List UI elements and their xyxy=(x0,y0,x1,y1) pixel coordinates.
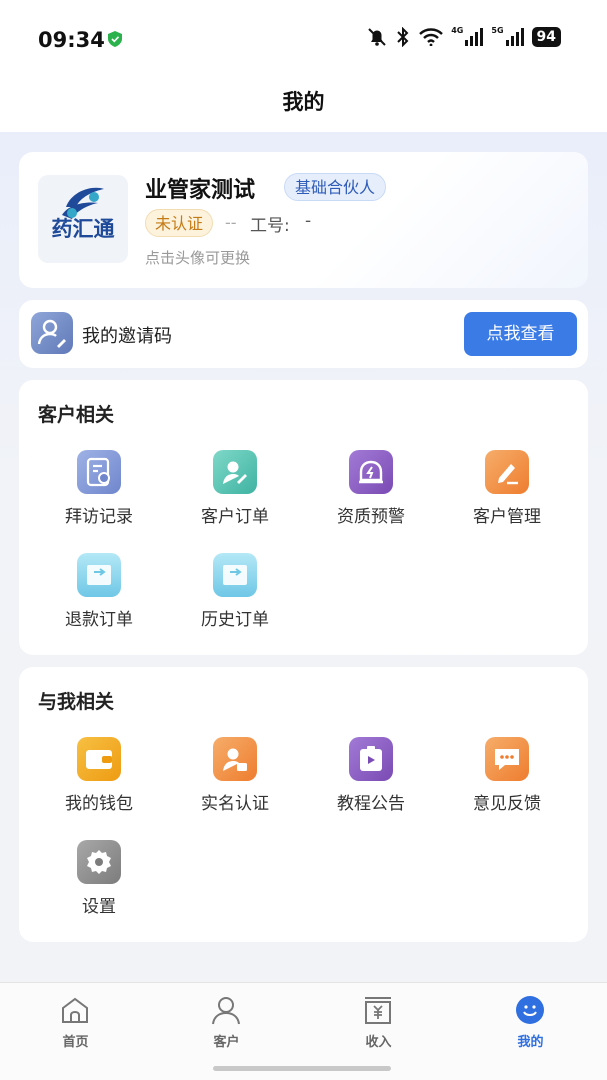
nav-item-me[interactable]: 我的 xyxy=(455,983,606,1063)
grid-item-wallet[interactable]: 我的钱包 xyxy=(34,737,164,829)
role-badge: 基础合伙人 xyxy=(284,173,387,201)
qualification-alert-icon xyxy=(349,450,393,494)
wallet-icon xyxy=(77,737,121,781)
me-section: 与我相关 我的钱包 实名认证 教程公告 意见反馈 设置 xyxy=(19,667,588,942)
certification-badge[interactable]: 未认证 xyxy=(145,209,214,237)
real-name-icon xyxy=(213,737,257,781)
customer-manage-icon xyxy=(485,450,529,494)
nav-label: 我的 xyxy=(517,1035,544,1050)
grid-item-customer-order[interactable]: 客户订单 xyxy=(170,450,300,542)
me-icon xyxy=(516,996,544,1024)
section-title: 与我相关 xyxy=(38,691,115,713)
income-icon xyxy=(365,997,391,1024)
net-5g-label: 5G xyxy=(491,25,504,35)
grid-item-tutorial[interactable]: 教程公告 xyxy=(306,737,436,829)
refund-order-icon xyxy=(77,553,121,597)
grid-label: 客户管理 xyxy=(473,507,541,527)
grid-item-history-order[interactable]: 历史订单 xyxy=(170,553,300,645)
grid-item-visit-record[interactable]: 拜访记录 xyxy=(34,450,164,542)
nav-label: 首页 xyxy=(62,1035,89,1050)
grid-label: 实名认证 xyxy=(201,794,269,814)
grid-label: 资质预警 xyxy=(337,507,405,527)
bluetooth-icon xyxy=(397,27,409,47)
home-indicator[interactable] xyxy=(213,1066,391,1071)
profile-name: 业管家测试 xyxy=(145,178,256,203)
profile-card: 药汇通 业管家测试 基础合伙人 未认证 -- 工号: - 点击头像可更换 xyxy=(19,152,588,288)
status-bar: 09:34 4G 5G 94 xyxy=(0,0,607,78)
customer-icon xyxy=(212,997,240,1025)
history-order-icon xyxy=(213,553,257,597)
header: 我的 xyxy=(0,78,607,132)
view-invite-code-button[interactable]: 点我查看 xyxy=(464,312,577,356)
grid-item-feedback[interactable]: 意见反馈 xyxy=(442,737,572,829)
battery-icon: 94 xyxy=(531,27,561,47)
invite-card: 我的邀请码 点我查看 xyxy=(19,300,588,368)
settings-icon xyxy=(77,840,121,884)
avatar-logo-text: 药汇通 xyxy=(51,217,115,241)
avatar-change-hint: 点击头像可更换 xyxy=(145,249,251,267)
feedback-icon xyxy=(485,737,529,781)
wifi-icon xyxy=(419,28,444,46)
grid-item-qualification-alert[interactable]: 资质预警 xyxy=(306,450,436,542)
job-number-label: 工号: xyxy=(250,216,290,236)
nav-item-customer[interactable]: 客户 xyxy=(151,983,302,1063)
grid-item-refund-order[interactable]: 退款订单 xyxy=(34,553,164,645)
section-title: 客户相关 xyxy=(38,404,115,426)
grid-item-settings[interactable]: 设置 xyxy=(34,840,164,932)
signal-icon xyxy=(505,28,524,46)
customer-section: 客户相关 拜访记录 客户订单 资质预警 客户管理 退款订单 历史订单 xyxy=(19,380,588,655)
invite-code-label: 我的邀请码 xyxy=(82,326,172,347)
grid-label: 历史订单 xyxy=(201,610,269,630)
grid-label: 退款订单 xyxy=(65,610,133,630)
job-number-value: - xyxy=(305,211,312,231)
grid-label: 教程公告 xyxy=(337,794,405,814)
grid-label: 意见反馈 xyxy=(473,794,541,814)
home-icon xyxy=(62,997,88,1023)
grid-item-real-name[interactable]: 实名认证 xyxy=(170,737,300,829)
tutorial-icon xyxy=(349,737,393,781)
status-time: 09:34 xyxy=(38,28,105,52)
grid-label: 客户订单 xyxy=(201,507,269,527)
separator-dash: -- xyxy=(225,213,237,232)
grid-label: 我的钱包 xyxy=(65,794,133,814)
grid-label: 拜访记录 xyxy=(65,507,133,527)
nav-item-home[interactable]: 首页 xyxy=(0,983,151,1063)
page-title: 我的 xyxy=(282,90,325,114)
invite-user-icon xyxy=(31,312,73,354)
mute-bell-icon xyxy=(368,28,386,46)
status-icons: 4G 5G 94 xyxy=(367,25,561,47)
nav-label: 收入 xyxy=(365,1035,392,1050)
visit-record-icon xyxy=(77,450,121,494)
grid-item-customer-manage[interactable]: 客户管理 xyxy=(442,450,572,542)
avatar[interactable]: 药汇通 xyxy=(38,175,128,263)
nav-label: 客户 xyxy=(213,1035,240,1050)
shield-icon xyxy=(108,31,122,47)
grid-label: 设置 xyxy=(82,897,116,917)
net-4g-label: 4G xyxy=(451,25,464,35)
customer-order-icon xyxy=(213,450,257,494)
signal-icon xyxy=(465,28,484,46)
nav-item-income[interactable]: 收入 xyxy=(303,983,454,1063)
